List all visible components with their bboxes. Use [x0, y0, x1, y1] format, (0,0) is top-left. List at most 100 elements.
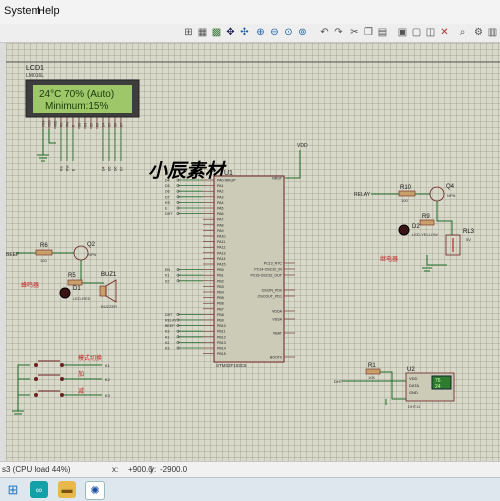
- copy-icon[interactable]: ❐: [362, 26, 375, 39]
- mcu-net-label: EN: [165, 268, 170, 272]
- pick-device-icon[interactable]: ⌕: [456, 26, 469, 39]
- cut-icon[interactable]: ✂: [348, 26, 361, 39]
- pan-arrows-icon[interactable]: ✣: [238, 26, 251, 39]
- r9-resistor: [419, 219, 435, 226]
- redo-icon[interactable]: ↷: [332, 26, 345, 39]
- q4-transistor: [429, 186, 445, 202]
- r6-value: 100: [40, 258, 47, 263]
- buz-ref: BUZ1: [101, 272, 117, 278]
- dht11-circuit[interactable]: DHT R1 10K U2 VDD DATA GND 76 24 DHT11: [334, 363, 455, 409]
- key-switch-k2[interactable]: 加 K2: [34, 370, 111, 382]
- lcd-pin-label: D7: [120, 123, 124, 127]
- buzzer-circuit[interactable]: BEEP R6 100 Q2 NPN R5 D1 LED-RED BUZ1 BU…: [6, 242, 117, 309]
- paste-icon[interactable]: ▤: [376, 26, 389, 39]
- mcu-chip[interactable]: U1 STM32F103C6 PA0-WKUPD4PA1D5PA2D6PA3D7…: [165, 170, 295, 368]
- status-cpu-load: s3 (CPU load 44%): [2, 465, 71, 474]
- mcu-pin-label: PA0-WKUP: [217, 179, 236, 183]
- proteus-icon[interactable]: ✺: [85, 481, 105, 500]
- mcu-pin-label: PB15: [217, 352, 226, 356]
- folder-icon[interactable]: ▬: [58, 481, 76, 498]
- relay-net-label: RELAY: [354, 192, 371, 198]
- make-device-icon[interactable]: ⚙: [472, 26, 485, 39]
- key-switch-k1[interactable]: 模式切换 K1: [34, 354, 111, 368]
- mcu-net-label: K1: [165, 335, 169, 339]
- undo-icon[interactable]: ↶: [318, 26, 331, 39]
- pan-icon[interactable]: ✥: [224, 26, 237, 39]
- mcu-net-label: D6: [165, 190, 170, 194]
- lcd-pin-label: VDD: [48, 120, 52, 127]
- menu-help[interactable]: Help: [37, 5, 60, 17]
- key-circuit[interactable]: 模式切换 K1 加 K2 减 K3: [12, 354, 111, 415]
- r6-resistor: [35, 249, 53, 256]
- lcd-pin-label: D0: [78, 123, 82, 127]
- block-rotate-icon[interactable]: ◫: [424, 26, 437, 39]
- decompose-icon[interactable]: ▥: [486, 26, 499, 39]
- rl3-value: 5V: [466, 237, 471, 242]
- block-copy-icon[interactable]: ▣: [396, 26, 409, 39]
- mcu-pin-label: PA13: [217, 251, 226, 255]
- mcu-net-label: D4: [165, 179, 170, 183]
- mcu-pin-label: PB0: [217, 268, 224, 272]
- lcd-pin-group: VSS VDD VEE RS RW E D0 D1 D2 D3 D4 D5 D6 D7RS RW E D4 D5 D…: [42, 117, 124, 171]
- zoom-out-icon[interactable]: ⊖: [268, 26, 281, 39]
- r1-resistor: [365, 368, 381, 375]
- zoom-all-icon[interactable]: ⊙: [282, 26, 295, 39]
- lcd-net-label: D6: [114, 166, 118, 171]
- mcu-pin-label: PB10: [217, 324, 226, 328]
- mcu-pin-label: PB14: [217, 347, 226, 351]
- mcu-pin-label: PB6: [217, 302, 224, 306]
- mcu-net-label: D7: [165, 195, 170, 199]
- r10-value: 100: [401, 198, 408, 203]
- schematic-canvas[interactable]: LCD1 LM016L 24°C 70% (Auto) Minimum:15% …: [6, 43, 500, 461]
- zoom-area-icon[interactable]: ⊚: [296, 26, 309, 39]
- mcu-pin-label: PB11: [217, 330, 226, 334]
- lcd-net-label: D4: [102, 166, 106, 171]
- component-icon[interactable]: ▦: [196, 26, 209, 39]
- mcu-pin-label: PA2: [217, 190, 224, 194]
- mcu-pin-label: PB8: [217, 313, 224, 317]
- block-move-icon[interactable]: ▢: [410, 26, 423, 39]
- junction-icon[interactable]: ▩: [210, 26, 223, 39]
- mcu-pin-label: PC13_RTC: [264, 262, 283, 266]
- zoom-in-icon[interactable]: ⊕: [254, 26, 267, 39]
- r9-ref: R9: [422, 214, 430, 220]
- menu-bar: System Help: [0, 0, 500, 25]
- vdd-connection: VDD: [286, 143, 308, 179]
- mcu-pin-label: PA14: [217, 257, 226, 261]
- relay-circuit[interactable]: RELAY R10 100 Q4 NPN R9 D2 LED-YELLOW RL…: [354, 184, 475, 272]
- buzzer-cone: [105, 279, 117, 303]
- coord-y-value: -2900.0: [160, 465, 188, 474]
- mcu-pin-label: VDDA: [272, 310, 283, 314]
- lcd-pin-label: VSS: [42, 121, 46, 127]
- mcu-net-label: DHT: [165, 313, 173, 317]
- lcd-ground-wires: [37, 129, 56, 162]
- key1-label: 模式切换: [78, 354, 102, 362]
- menu-system[interactable]: System: [4, 5, 41, 17]
- lcd-net-label: D5: [108, 166, 112, 171]
- arduino-icon[interactable]: ∞: [30, 481, 48, 498]
- u2-type: DHT11: [408, 404, 421, 409]
- lcd-net-label: E: [72, 168, 76, 171]
- mcu-net-label: D5: [165, 184, 170, 188]
- mcu-net-label: K3: [165, 347, 169, 351]
- mcu-pin-label: PB1: [217, 274, 224, 278]
- lcd-pin-label: E: [72, 125, 76, 127]
- select-icon[interactable]: ⊞: [182, 26, 195, 39]
- buz-type: BUZZER: [101, 304, 117, 309]
- windows-start-icon[interactable]: ⊞: [4, 481, 22, 498]
- mcu-pin-label: PB9: [217, 319, 224, 323]
- dht-pin-data: DATA: [409, 383, 419, 388]
- rl3-ref: RL3: [463, 229, 475, 235]
- mcu-net-label: BEEP: [165, 324, 175, 328]
- d1-type: LED-RED: [73, 296, 91, 301]
- mcu-part: STM32F103C6: [216, 363, 247, 368]
- q2-transistor: [73, 245, 89, 261]
- block-delete-icon[interactable]: ✕: [438, 26, 451, 39]
- dht-net-label: DHT: [334, 379, 343, 384]
- lcd-pin-label: D2: [90, 123, 94, 127]
- key3-net: K3: [105, 393, 111, 398]
- coord-y-label: y:: [150, 465, 157, 474]
- r5-ref: R5: [68, 273, 76, 279]
- key-switch-k3[interactable]: 减 K3: [34, 387, 111, 398]
- r6-ref: R6: [40, 243, 48, 249]
